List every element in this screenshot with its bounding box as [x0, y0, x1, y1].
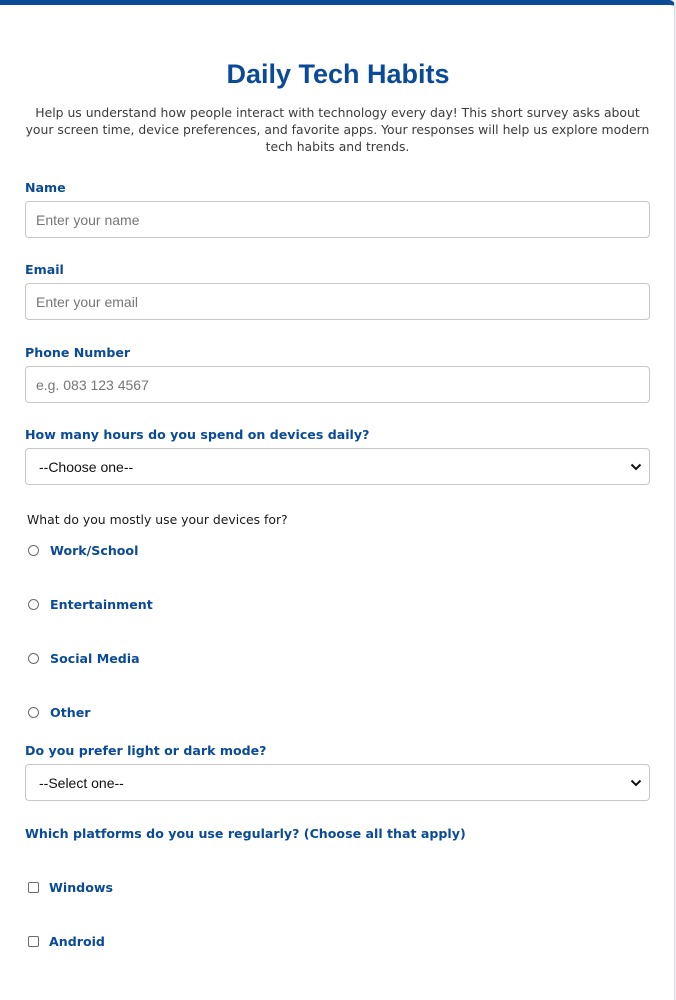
usage-question: What do you mostly use your devices for? [27, 512, 288, 527]
usage-option-label: Social Media [50, 651, 140, 666]
usage-option-label: Work/School [50, 543, 139, 558]
checkbox[interactable] [28, 882, 39, 893]
survey-form-card: Daily Tech Habits Help us understand how… [0, 0, 675, 1000]
phone-input[interactable] [25, 366, 650, 403]
form-intro: Help us understand how people interact w… [25, 105, 650, 154]
radio-button[interactable] [28, 653, 39, 664]
usage-option-label: Other [50, 705, 91, 720]
phone-label: Phone Number [25, 345, 131, 360]
mode-select-value: --Select one-- [39, 775, 124, 791]
chevron-down-icon [630, 779, 642, 787]
chevron-down-icon [630, 463, 642, 471]
email-input[interactable] [25, 283, 650, 320]
mode-label: Do you prefer light or dark mode? [25, 743, 267, 758]
radio-button[interactable] [28, 707, 39, 718]
form-title: Daily Tech Habits [226, 59, 450, 89]
name-label: Name [25, 180, 66, 195]
mode-select[interactable]: --Select one-- [25, 764, 650, 801]
platform-option-label: Windows [49, 880, 113, 895]
hours-select-value: --Choose one-- [39, 459, 134, 475]
hours-select[interactable]: --Choose one-- [25, 448, 650, 485]
hours-label: How many hours do you spend on devices d… [25, 427, 370, 442]
radio-button[interactable] [28, 545, 39, 556]
platform-option-label: Android [49, 934, 105, 949]
radio-button[interactable] [28, 599, 39, 610]
email-label: Email [25, 262, 64, 277]
checkbox[interactable] [28, 936, 39, 947]
name-input[interactable] [25, 201, 650, 238]
usage-option-label: Entertainment [50, 597, 153, 612]
platforms-label: Which platforms do you use regularly? (C… [25, 826, 466, 841]
